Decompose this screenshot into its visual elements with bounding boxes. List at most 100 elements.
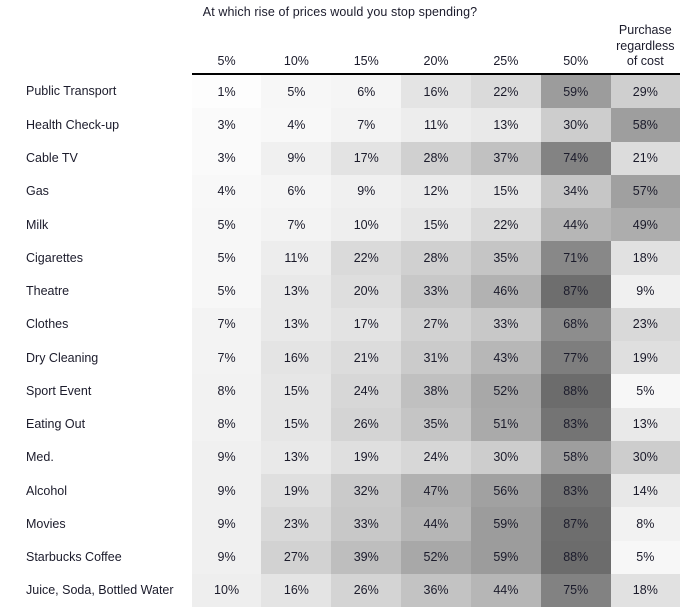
row-label[interactable]: Juice, Soda, Bottled Water [0, 573, 192, 607]
heatmap-cell: 6% [331, 74, 402, 109]
heatmap-cell: 7% [191, 341, 262, 375]
heatmap-cell: 36% [401, 573, 471, 607]
heatmap-cell: 38% [401, 374, 471, 408]
row-label[interactable]: Public Transport [0, 74, 192, 109]
header-corner-cell [0, 0, 192, 74]
column-header-5[interactable]: 25% [470, 0, 541, 75]
heatmap-cell: 3% [191, 108, 262, 142]
row-label[interactable]: Dry Cleaning [0, 341, 192, 375]
heatmap-cell: 31% [401, 341, 471, 375]
heatmap-table-page: At which rise of prices would you stop s… [0, 0, 680, 613]
heatmap-cell: 57% [610, 174, 680, 208]
table-header: 5% 10% 15% 20% 25% 50% Purchase regardless of co… [0, 0, 680, 75]
row-label[interactable]: Gas [0, 174, 192, 208]
heatmap-cell: 88% [540, 374, 611, 408]
row-label[interactable]: Theatre [0, 274, 192, 308]
row-label[interactable]: Health Check-up [0, 108, 192, 142]
heatmap-cell: 46% [470, 274, 541, 308]
heatmap-cell: 12% [401, 174, 471, 208]
heatmap-cell: 77% [540, 341, 611, 375]
heatmap-cell: 7% [191, 307, 262, 341]
heatmap-cell: 44% [470, 573, 541, 607]
heatmap-cell: 49% [610, 208, 680, 242]
heatmap-cell: 10% [331, 208, 402, 242]
heatmap-cell: 4% [261, 108, 332, 142]
heatmap-cell: 43% [470, 341, 541, 375]
heatmap-cell: 83% [540, 407, 611, 441]
heatmap-cell: 5% [191, 274, 262, 308]
heatmap-cell: 21% [331, 341, 402, 375]
heatmap-cell: 87% [540, 274, 611, 308]
heatmap-cell: 5% [191, 208, 262, 242]
heatmap-cell: 16% [261, 573, 332, 607]
row-label[interactable]: Movies [0, 507, 192, 541]
heatmap-cell: 3% [191, 141, 262, 175]
heatmap-cell: 21% [610, 141, 680, 175]
table-row: Milk 5% 7% 10% 15% 22% 44% 49% [0, 208, 680, 242]
column-header-line: of cost [626, 53, 664, 68]
table-row: Eating Out 8% 15% 26% 35% 51% 83% 13% [0, 407, 680, 441]
column-header-line: 25% [493, 53, 519, 68]
heatmap-cell: 8% [191, 374, 262, 408]
heatmap-cell: 51% [470, 407, 541, 441]
heatmap-cell: 33% [470, 307, 541, 341]
heatmap-cell: 15% [401, 208, 471, 242]
heatmap-cell: 23% [610, 307, 680, 341]
heatmap-cell: 19% [261, 474, 332, 508]
heatmap-cell: 29% [610, 74, 680, 109]
column-header-4[interactable]: 20% [401, 0, 471, 75]
heatmap-cell: 83% [540, 474, 611, 508]
heatmap-cell: 10% [191, 573, 262, 607]
heatmap-cell: 33% [331, 507, 402, 541]
table-row: Med. 9% 13% 19% 24% 30% 58% 30% [0, 440, 680, 474]
column-header-line: regardless [616, 38, 675, 53]
heatmap-cell: 11% [261, 241, 332, 275]
row-label[interactable]: Eating Out [0, 407, 192, 441]
heatmap-cell: 44% [540, 208, 611, 242]
row-label[interactable]: Sport Event [0, 374, 192, 408]
column-header-2[interactable]: 10% [261, 0, 332, 75]
table-row: Cigarettes 5% 11% 22% 28% 35% 71% 18% [0, 241, 680, 275]
table-row: Alcohol 9% 19% 32% 47% 56% 83% 14% [0, 474, 680, 508]
heatmap-cell: 16% [261, 341, 332, 375]
heatmap-cell: 30% [470, 440, 541, 474]
heatmap-cell: 8% [610, 507, 680, 541]
row-label[interactable]: Clothes [0, 307, 192, 341]
column-header-7[interactable]: Purchase regardless of cost [610, 0, 680, 75]
heatmap-cell: 26% [331, 407, 402, 441]
heatmap-cell: 74% [540, 141, 611, 175]
heatmap-cell: 13% [610, 407, 680, 441]
heatmap-cell: 8% [191, 407, 262, 441]
row-label[interactable]: Alcohol [0, 474, 192, 508]
heatmap-cell: 35% [470, 241, 541, 275]
row-label[interactable]: Cigarettes [0, 241, 192, 275]
column-header-1[interactable]: 5% [191, 0, 262, 75]
column-header-3[interactable]: 15% [331, 0, 402, 75]
heatmap-cell: 9% [331, 174, 402, 208]
heatmap-cell: 26% [331, 573, 402, 607]
row-label[interactable]: Milk [0, 208, 192, 242]
row-label[interactable]: Cable TV [0, 141, 192, 175]
table-row: Sport Event 8% 15% 24% 38% 52% 88% 5% [0, 374, 680, 408]
heatmap-cell: 35% [401, 407, 471, 441]
row-label[interactable]: Med. [0, 440, 192, 474]
row-label[interactable]: Starbucks Coffee [0, 540, 192, 574]
heatmap-cell: 17% [331, 141, 402, 175]
header-row: 5% 10% 15% 20% 25% 50% Purchase regardless of co… [0, 0, 680, 75]
table-row: Theatre 5% 13% 20% 33% 46% 87% 9% [0, 274, 680, 308]
heatmap-cell: 27% [401, 307, 471, 341]
heatmap-cell: 19% [331, 440, 402, 474]
heatmap-cell: 28% [401, 241, 471, 275]
column-header-line: 15% [353, 53, 379, 68]
heatmap-cell: 52% [470, 374, 541, 408]
heatmap-cell: 33% [401, 274, 471, 308]
heatmap-cell: 37% [470, 141, 541, 175]
heatmap-cell: 28% [401, 141, 471, 175]
column-header-6[interactable]: 50% [540, 0, 611, 75]
heatmap-cell: 5% [610, 540, 680, 574]
table-row: Public Transport 1% 5% 6% 16% 22% 59% 29% [0, 74, 680, 109]
heatmap-cell: 15% [470, 174, 541, 208]
heatmap-cell: 9% [191, 507, 262, 541]
heatmap-cell: 22% [470, 208, 541, 242]
heatmap-cell: 15% [261, 374, 332, 408]
